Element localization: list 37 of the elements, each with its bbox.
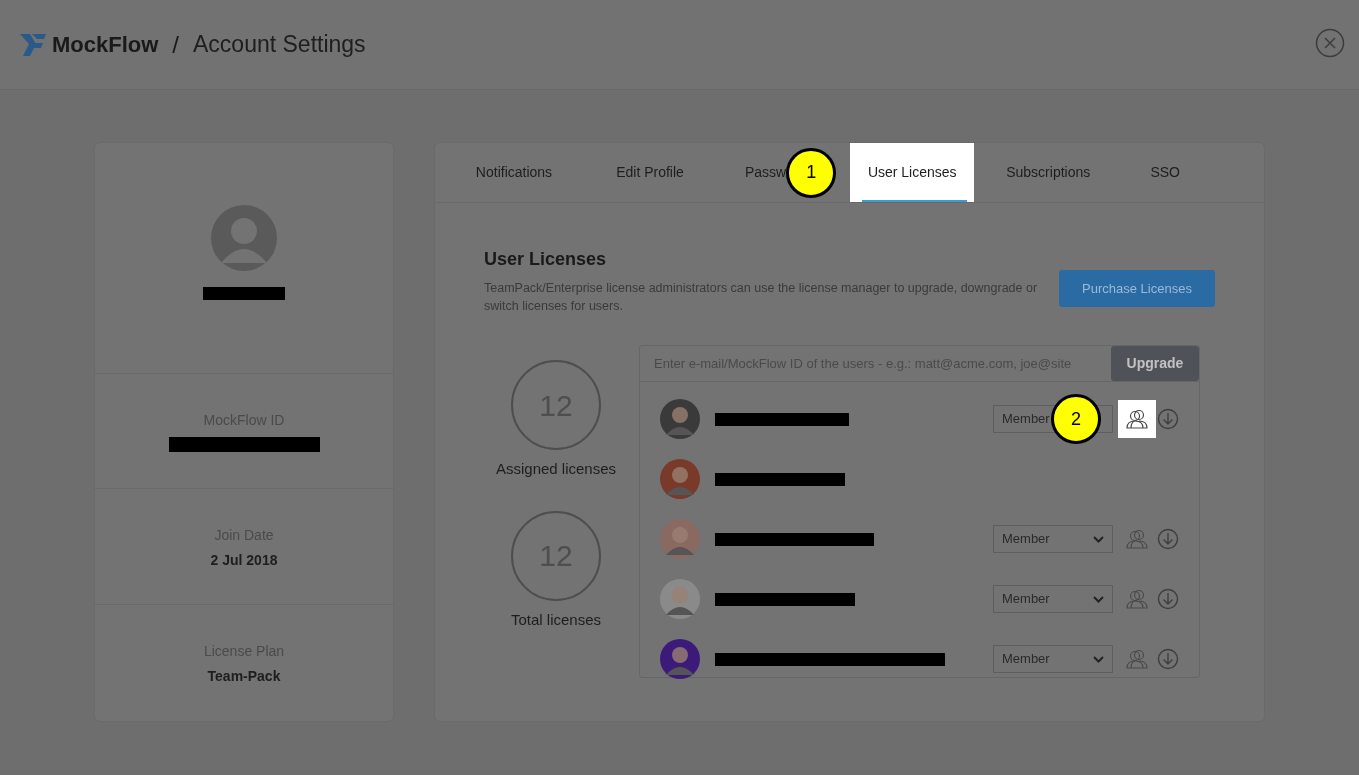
section-description: TeamPack/Enterprise license administrators can use the license manager to upgrade, downgrade or switch licenses for users. [484,280,1039,315]
count-label: Assigned licenses [495,459,617,479]
settings-tab[interactable]: Edit Profile [579,143,721,202]
download-icon[interactable] [1157,588,1179,610]
page-title: Account Settings [193,30,366,60]
section-heading: User Licenses [484,248,608,271]
field-value: Team-Pack [207,667,281,687]
breadcrumb-separator: / [172,29,179,60]
role-select[interactable]: Member [993,585,1113,613]
role-select[interactable]: Member [993,645,1113,673]
settings-tab[interactable]: Passw [721,143,787,202]
switch-license-button[interactable] [1118,400,1156,438]
count-label: Total licenses [510,609,601,630]
purchase-button[interactable]: Purchase Licenses [1059,270,1215,307]
users-icon [1126,649,1148,669]
users-icon [1126,409,1148,429]
settings-tab[interactable]: Subscriptions [974,143,1123,202]
logo-icon [20,31,46,58]
role-select[interactable]: Member [993,525,1113,553]
caret-icon [1093,535,1104,543]
close-icon[interactable] [1315,28,1345,58]
settings-tab[interactable]: SSO [1122,143,1209,202]
field-value: 2 Jul 2018 [210,551,278,571]
users-icon [1126,589,1148,609]
settings-tab[interactable]: Notifications [449,143,579,202]
upgrade-button[interactable]: Upgrade [1111,346,1199,381]
caret-icon [1093,595,1104,603]
brand-name: MockFlow [52,31,159,59]
download-icon[interactable] [1157,408,1179,430]
users-icon [1126,529,1148,549]
callout-marker: 2 [1051,394,1101,444]
download-icon[interactable] [1157,648,1179,670]
callout-marker: 1 [786,147,837,198]
caret-icon [1093,655,1104,663]
avatar-icon [211,205,277,271]
download-icon[interactable] [1157,528,1179,550]
settings-tab[interactable]: User Licenses [850,143,975,202]
